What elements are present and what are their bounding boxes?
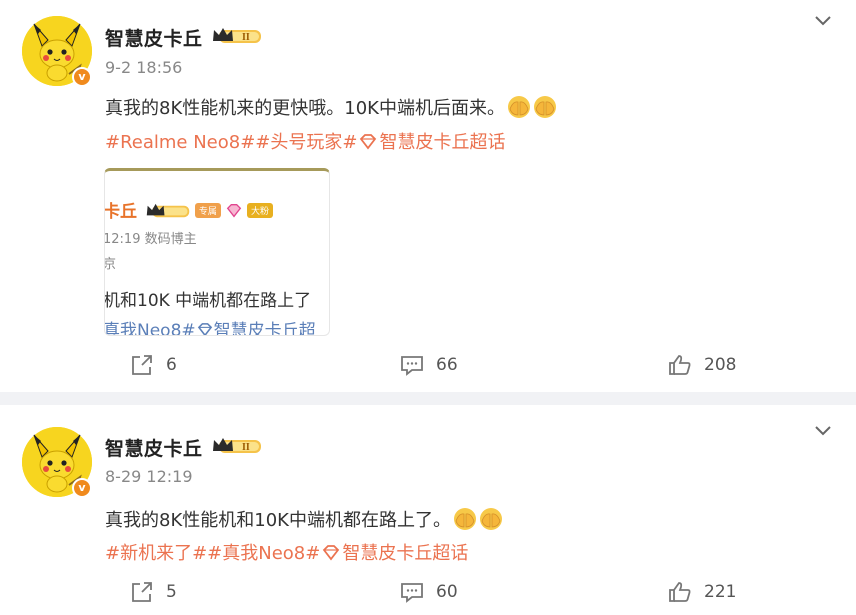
repost-count: 6 [166, 355, 177, 375]
post-text: 真我的8K性能机来的更快哦。10K中端机后面来。 [105, 94, 557, 120]
crown-badge-icon [146, 203, 190, 218]
username[interactable]: 智慧皮卡丘 [105, 434, 203, 461]
hashtag-link[interactable]: #新机来了##真我Neo8# [105, 543, 320, 564]
repost-icon [132, 355, 152, 375]
hashtag-link[interactable]: #Realme Neo8##头号玩家# [105, 132, 357, 153]
facepalm-emoji [507, 96, 530, 118]
diamond-icon [226, 204, 242, 218]
repost-card-header: 卡丘 专属 大粉 [105, 197, 273, 222]
comment-button[interactable]: 66 [400, 354, 458, 376]
verified-badge: v [72, 67, 92, 87]
repost-location: 京 [104, 257, 117, 272]
post-text-content: 真我的8K性能机和10K中端机都在路上了。 [105, 510, 451, 531]
post-timestamp[interactable]: 8-29 12:19 [105, 467, 193, 486]
repost-icon [132, 582, 152, 602]
username[interactable]: 智慧皮卡丘 [105, 24, 203, 51]
super-topic-link[interactable]: 智慧皮卡丘超话 [379, 132, 505, 153]
verified-badge: v [72, 478, 92, 498]
comment-icon [401, 583, 423, 603]
avatar[interactable]: v [22, 16, 92, 87]
comment-button[interactable]: 60 [400, 581, 458, 603]
post-hashtags[interactable]: #Realme Neo8##头号玩家# 智慧皮卡丘超话 [105, 128, 505, 154]
big-fan-pill: 大粉 [246, 203, 273, 218]
like-icon [669, 582, 691, 602]
chevron-down-icon[interactable] [812, 420, 834, 442]
repost-button[interactable]: 6 [130, 354, 177, 376]
avatar[interactable]: v [22, 427, 92, 498]
feed-post: v 智慧皮卡丘 II 8-29 12:19 真我的8K性能机和10K中端机都在路… [0, 405, 856, 615]
repost-button[interactable]: 5 [130, 581, 177, 603]
like-button[interactable]: 208 [668, 354, 736, 376]
diamond-icon [360, 134, 377, 150]
repost-count: 5 [166, 582, 177, 602]
repost-card[interactable]: 卡丘 专属 大粉 12:19 数码博主 京 机和10K 中端机都在路上了 真我Ne… [104, 168, 330, 336]
comment-icon [401, 356, 423, 376]
comment-count: 60 [436, 582, 458, 602]
svg-text:II: II [242, 442, 250, 453]
like-button[interactable]: 221 [668, 581, 736, 603]
facepalm-emoji [453, 508, 476, 530]
diamond-icon [197, 323, 212, 335]
post-text: 真我的8K性能机和10K中端机都在路上了。 [105, 506, 503, 532]
like-count: 208 [704, 355, 737, 375]
comment-count: 66 [436, 355, 458, 375]
post-timestamp[interactable]: 9-2 18:56 [105, 58, 182, 77]
like-icon [669, 355, 691, 375]
facepalm-emoji [479, 508, 502, 530]
diamond-icon [323, 545, 340, 561]
hashtag-link[interactable]: 真我Neo8# [105, 321, 196, 335]
repost-meta: 12:19 数码博主 [104, 232, 197, 247]
feed-divider [0, 392, 856, 405]
svg-text:II: II [242, 32, 250, 43]
crown-badge-icon: II [211, 436, 263, 460]
exclusive-pill: 专属 [194, 203, 221, 218]
post-hashtags[interactable]: #新机来了##真我Neo8# 智慧皮卡丘超话 [105, 539, 468, 565]
feed-post: v 智慧皮卡丘 II 9-2 18:56 真我的8K性能机来的更快哦。10K中端… [0, 0, 856, 392]
facepalm-emoji [533, 96, 556, 118]
repost-username[interactable]: 卡丘 [105, 202, 137, 222]
chevron-down-icon[interactable] [812, 10, 834, 32]
like-count: 221 [704, 582, 737, 602]
post-text-content: 真我的8K性能机来的更快哦。10K中端机后面来。 [105, 98, 505, 119]
super-topic-link[interactable]: 智慧皮卡丘超 [214, 321, 316, 335]
repost-hashtags[interactable]: 真我Neo8# 智慧皮卡丘超 [105, 316, 316, 335]
crown-badge-icon: II [211, 26, 263, 50]
super-topic-link[interactable]: 智慧皮卡丘超话 [342, 543, 468, 564]
repost-text: 机和10K 中端机都在路上了 [104, 291, 312, 311]
